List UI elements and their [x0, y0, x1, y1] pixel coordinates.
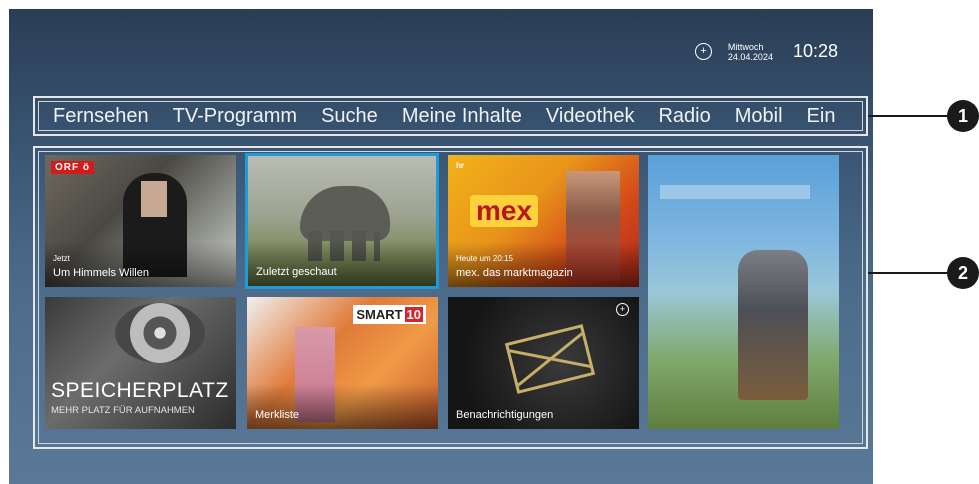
orf-channel-logo: ORF ö: [51, 161, 94, 174]
mex-logo: mex: [470, 195, 539, 227]
nav-item-einstellungen[interactable]: Ein: [807, 105, 836, 128]
main-navigation-inner: Fernsehen TV-Programm Suche Meine Inhalt…: [38, 101, 863, 131]
tile-shade: [247, 384, 438, 429]
callout-line-1: [868, 115, 950, 117]
tile-image-face: [141, 181, 167, 217]
envelope-icon: [504, 324, 596, 394]
nav-item-radio[interactable]: Radio: [658, 105, 710, 128]
date-display: Mittwoch 24.04.2024: [728, 42, 773, 62]
smart10-logo: SMART 10: [353, 305, 426, 324]
tile-label: Benachrichtigungen: [456, 409, 554, 421]
tile-storage[interactable]: SPEICHERPLATZ MEHR PLATZ FÜR AUFNAHMEN: [45, 297, 236, 429]
tile-shade: [448, 242, 639, 287]
teaser-headline-blur: [660, 185, 810, 199]
tile-sublabel: Jetzt: [53, 254, 70, 263]
nav-item-tv-programm[interactable]: TV-Programm: [173, 105, 297, 128]
teaser-person-image: [738, 250, 808, 400]
nav-item-mobil[interactable]: Mobil: [735, 105, 783, 128]
tile-shade: [248, 241, 436, 286]
nav-item-videothek[interactable]: Videothek: [546, 105, 635, 128]
tile-recently-watched[interactable]: Zuletzt geschaut: [245, 153, 439, 289]
main-navigation: Fernsehen TV-Programm Suche Meine Inhalt…: [33, 96, 868, 136]
hard-disk-icon: [115, 303, 205, 363]
tile-notifications[interactable]: + Benachrichtigungen: [448, 297, 639, 429]
tile-label: Merkliste: [255, 409, 300, 421]
tile-shade: [45, 242, 236, 287]
tile-sublabel: Heute um 20:15: [456, 254, 513, 263]
clock: 10:28: [792, 41, 838, 61]
tile-label: mex. das marktmagazin: [456, 267, 573, 279]
tile-label: Um Himmels Willen: [53, 267, 149, 279]
nav-item-meine-inhalte[interactable]: Meine Inhalte: [402, 105, 522, 128]
chat-bubble-icon: +: [616, 303, 629, 316]
nav-item-suche[interactable]: Suche: [321, 105, 378, 128]
callout-line-2: [868, 272, 950, 274]
tile-program-tip[interactable]: hr mex Heute um 20:15 mex. das marktmaga…: [448, 155, 639, 287]
callout-badge-1: 1: [947, 100, 979, 132]
storage-title: SPEICHERPLATZ: [51, 379, 229, 402]
status-bar: + Mittwoch 24.04.2024 10:28: [694, 41, 838, 62]
date: 24.04.2024: [727, 51, 773, 62]
tile-label: Zuletzt geschaut: [256, 266, 337, 278]
chat-bubble-icon[interactable]: +: [694, 43, 712, 60]
tile-watchlist[interactable]: SMART 10 Merkliste: [247, 297, 438, 429]
smart10-logo-text: SMART: [356, 307, 403, 322]
storage-subtitle: MEHR PLATZ FÜR AUFNAHMEN: [51, 405, 195, 416]
hr-channel-logo: hr: [456, 161, 464, 170]
callout-badge-2: 2: [947, 257, 979, 289]
smart10-logo-number: 10: [404, 307, 423, 322]
weekday: Mittwoch: [727, 41, 764, 52]
nav-item-fernsehen[interactable]: Fernsehen: [53, 105, 149, 128]
tile-live-tv[interactable]: ORF ö Jetzt Um Himmels Willen: [45, 155, 236, 287]
tile-teaser[interactable]: [648, 155, 839, 429]
